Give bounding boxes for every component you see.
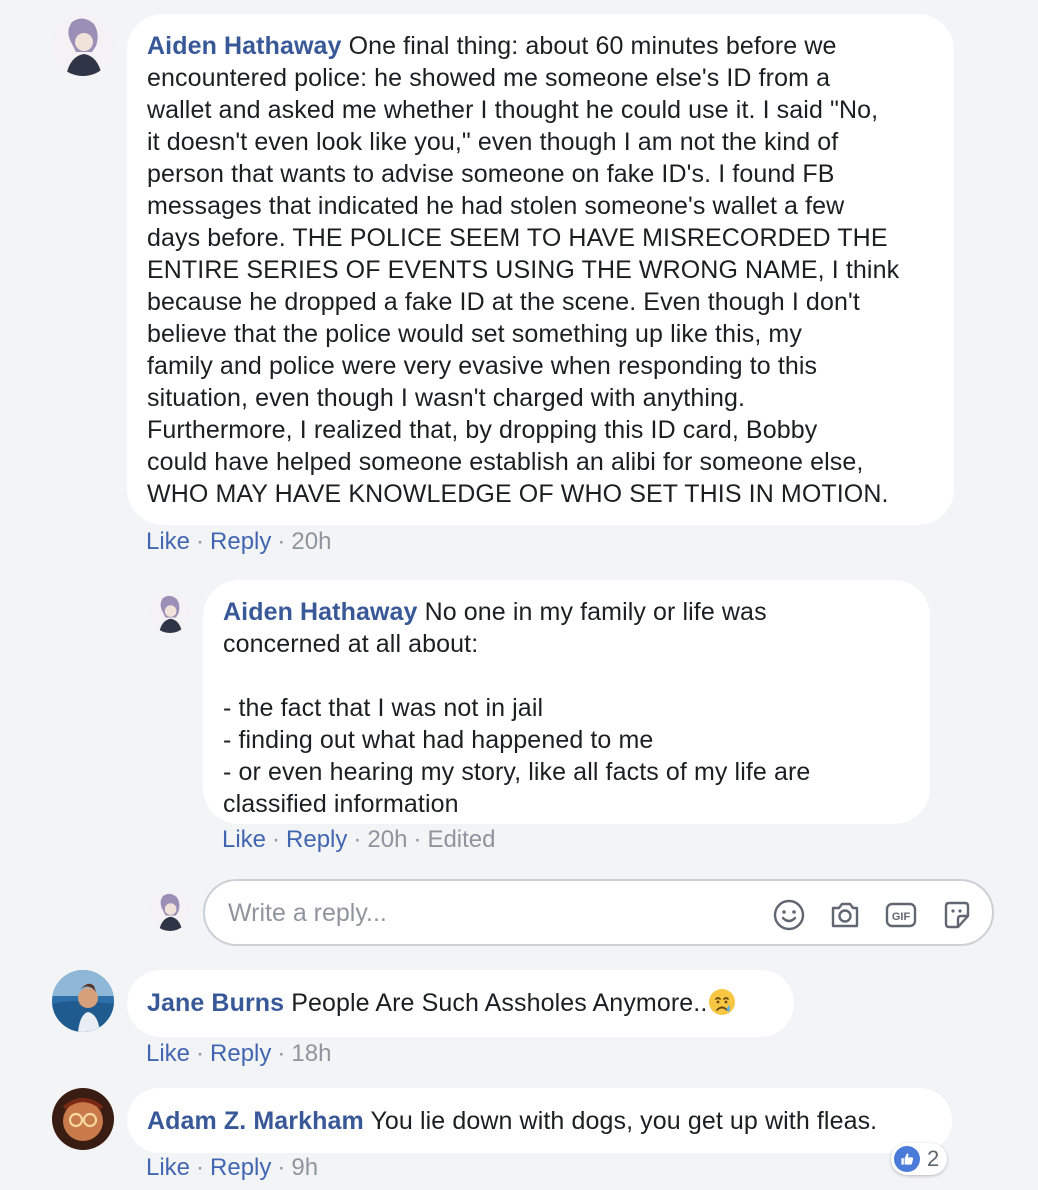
separator-dot: · — [277, 1040, 286, 1067]
comment-actions: Like · Reply · 20h — [146, 528, 331, 556]
comment-text: You lie down with dogs, you get up with … — [370, 1107, 878, 1135]
comment-author[interactable]: Aiden Hathaway — [147, 32, 342, 60]
avatar-image — [150, 891, 190, 931]
separator-dot: · — [196, 1154, 205, 1181]
timestamp[interactable]: 9h — [291, 1154, 318, 1181]
reply-button[interactable]: Reply — [210, 1040, 271, 1067]
comment-author[interactable]: Aiden Hathaway — [223, 598, 418, 626]
avatar[interactable] — [150, 891, 190, 931]
comment-actions: Like · Reply · 20h · Edited — [222, 826, 496, 854]
camera-icon[interactable] — [828, 898, 862, 932]
separator-dot: · — [196, 528, 205, 555]
avatar[interactable] — [150, 593, 190, 633]
emoji-icon[interactable] — [772, 898, 806, 932]
reply-input[interactable]: Write a reply... GIF — [203, 879, 994, 946]
reaction-summary[interactable]: 2 — [891, 1143, 948, 1175]
reply-button[interactable]: Reply — [286, 826, 347, 853]
reply-bubble: Aiden Hathaway No one in my family or li… — [203, 580, 930, 824]
avatar[interactable] — [52, 1088, 114, 1150]
comment-actions: Like · Reply · 18h — [146, 1040, 331, 1068]
avatar-image — [150, 593, 190, 633]
gif-icon[interactable]: GIF — [884, 898, 918, 932]
reply-button[interactable]: Reply — [210, 528, 271, 555]
comment-author[interactable]: Jane Burns — [147, 989, 284, 1017]
reaction-count: 2 — [927, 1146, 940, 1171]
gif-label: GIF — [892, 911, 911, 923]
separator-dot: · — [277, 1154, 286, 1181]
comment-text: No one in my family or life was concerne… — [223, 598, 811, 818]
comment-bubble: Adam Z. Markham You lie down with dogs, … — [127, 1088, 952, 1153]
comment-bubble: Aiden Hathaway One final thing: about 60… — [127, 14, 954, 525]
like-button[interactable]: Like — [146, 528, 190, 555]
comment-actions: Like · Reply · 9h — [146, 1154, 318, 1182]
separator-dot: · — [353, 826, 362, 853]
crying-face-icon — [707, 987, 737, 1017]
thumbs-up-icon — [894, 1146, 920, 1172]
avatar-image — [52, 1088, 114, 1150]
timestamp[interactable]: 20h — [367, 826, 407, 853]
edited-label[interactable]: Edited — [427, 826, 495, 853]
comment-text: People Are Such Assholes Anymore.. — [291, 989, 708, 1017]
separator-dot: · — [413, 826, 422, 853]
avatar[interactable] — [52, 970, 114, 1032]
like-button[interactable]: Like — [222, 826, 266, 853]
reply-button[interactable]: Reply — [210, 1154, 271, 1181]
separator-dot: · — [196, 1040, 205, 1067]
separator-dot: · — [272, 826, 281, 853]
separator-dot: · — [277, 528, 286, 555]
comment-author[interactable]: Adam Z. Markham — [147, 1107, 364, 1135]
timestamp[interactable]: 18h — [291, 1040, 331, 1067]
like-button[interactable]: Like — [146, 1154, 190, 1181]
timestamp[interactable]: 20h — [291, 528, 331, 555]
comment-text: One final thing: about 60 minutes before… — [147, 32, 900, 508]
avatar-image — [52, 970, 114, 1032]
avatar-image — [52, 14, 114, 76]
avatar[interactable] — [52, 14, 114, 76]
reply-placeholder: Write a reply... — [228, 899, 387, 927]
sticker-icon[interactable] — [940, 898, 974, 932]
like-button[interactable]: Like — [146, 1040, 190, 1067]
comment-bubble: Jane Burns People Are Such Assholes Anym… — [127, 970, 794, 1037]
